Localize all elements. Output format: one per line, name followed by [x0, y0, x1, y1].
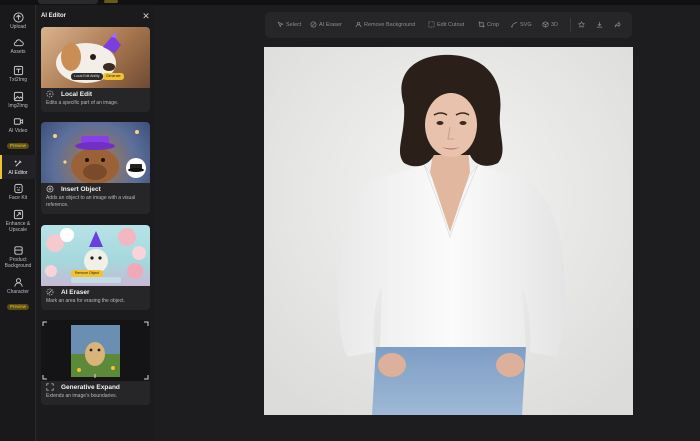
product-icon: [13, 246, 23, 255]
share-button[interactable]: [614, 19, 623, 31]
download-button[interactable]: [596, 19, 605, 31]
rail-item-txt2img[interactable]: Txt2Img: [0, 65, 36, 83]
tool-label: Select: [286, 22, 302, 28]
rail-item-label: Enhance & Upscale: [5, 221, 31, 233]
remove-object-chip: Remove Object: [71, 270, 104, 277]
rail-item-face-kit[interactable]: Face Kit: [0, 183, 36, 201]
tool-remove-background[interactable]: Remove Background: [355, 19, 415, 31]
expand-icon: [46, 383, 54, 391]
tool-label: Remove Background: [364, 22, 416, 28]
local-edit-icon: [46, 90, 54, 98]
rail-item-label: Upload: [10, 24, 26, 30]
generate-chip: Generate: [103, 73, 124, 80]
rail-item-ai-editor[interactable]: AI Editor: [0, 155, 36, 179]
rail-item-label: Face Kit: [8, 195, 28, 201]
tool-svg[interactable]: SVG: [511, 19, 532, 31]
capybara-hat-illustration: [53, 130, 146, 183]
close-icon[interactable]: ✕: [141, 11, 151, 21]
cloud-icon: [13, 39, 24, 47]
generative-expand-thumbnail: [41, 320, 150, 381]
favorite-button[interactable]: [578, 19, 587, 31]
card-description: Adds an object to an image with a visual…: [46, 195, 136, 208]
card-generative-expand[interactable]: Generative Expand Extends an image's bou…: [41, 320, 150, 405]
cutout-icon: [428, 21, 435, 28]
rail-item-label: Assets: [10, 49, 26, 55]
card-title: AI Eraser: [61, 289, 90, 296]
3d-icon: [542, 21, 549, 28]
rail-item-enhance-upscale[interactable]: Enhance & Upscale: [0, 209, 36, 233]
card-title: Insert Object: [61, 186, 101, 193]
svg-icon: [511, 22, 518, 28]
character-icon: [13, 278, 23, 287]
tool-label: Edit Cutout: [437, 22, 465, 28]
rail-item-assets[interactable]: Assets: [0, 37, 36, 55]
ai-eraser-thumbnail: Remove Object: [41, 225, 150, 286]
card-description: Edits a specific part of an image.: [46, 100, 119, 106]
portrait-photo: [264, 47, 633, 415]
rail-item-label: AI Editor: [8, 170, 28, 176]
sparkle-edit-icon: [13, 160, 22, 167]
preview-badge: Preview: [6, 304, 29, 310]
preview-badge: Preview: [6, 143, 29, 149]
tool-3d[interactable]: 3D: [542, 19, 558, 31]
upscale-icon: [13, 209, 23, 220]
eraser-icon: [310, 21, 317, 28]
rail-item-label: Character: [7, 289, 29, 295]
card-insert-object[interactable]: Insert Object Adds an object to an image…: [41, 122, 150, 214]
crop-icon: [478, 21, 485, 28]
star-icon: [578, 21, 585, 28]
card-description: Extends an image's boundaries.: [46, 393, 117, 399]
canvas-image[interactable]: [264, 47, 633, 415]
remove-bg-icon: [355, 22, 362, 28]
top-accent-pill: [104, 0, 118, 3]
eraser-icon: [46, 288, 54, 296]
card-local-edit[interactable]: Local Edit Ability Generate Local Edit E…: [41, 27, 150, 112]
rail-item-label: Txt2Img: [8, 77, 28, 83]
rail-item-ai-video[interactable]: AI Video Preview: [0, 116, 36, 152]
canvas-toolbar: Select AI Eraser Remove Background Edit …: [265, 12, 632, 38]
card-description: Mark an area for erasing the object.: [46, 298, 125, 304]
left-rail: Upload Assets Txt2Img Img2Img AI Video P…: [0, 5, 36, 441]
insert-object-icon: [46, 185, 54, 193]
tool-select[interactable]: Select: [277, 19, 301, 31]
text-image-icon: [13, 65, 23, 76]
insert-object-thumbnail: [41, 122, 150, 183]
rail-item-product-background[interactable]: Product Background: [0, 245, 36, 269]
rail-item-label: Product Background: [4, 257, 32, 269]
top-tab[interactable]: [38, 0, 98, 4]
toolbar-divider: [570, 18, 571, 32]
ai-editor-panel: AI Editor ✕ Local Edit Ability Generate …: [37, 5, 154, 441]
share-icon: [614, 21, 621, 28]
video-icon: [13, 118, 23, 125]
rail-item-label: AI Video: [8, 128, 28, 134]
download-icon: [596, 21, 603, 28]
card-ai-eraser[interactable]: Remove Object AI Eraser Mark an area for…: [41, 225, 150, 310]
expand-frame-illustration: [42, 321, 149, 380]
rail-item-img2img[interactable]: Img2Img: [0, 91, 36, 109]
tool-label: AI Eraser: [319, 22, 342, 28]
rail-item-upload[interactable]: Upload: [0, 12, 36, 30]
local-edit-thumbnail: Local Edit Ability Generate: [41, 27, 150, 88]
tool-ai-eraser[interactable]: AI Eraser: [310, 19, 342, 31]
card-title: Generative Expand: [61, 384, 120, 391]
rail-item-label: Img2Img: [8, 103, 28, 109]
face-icon: [13, 183, 23, 194]
tool-edit-cutout[interactable]: Edit Cutout: [428, 19, 464, 31]
tool-crop[interactable]: Crop: [478, 19, 499, 31]
tool-label: Crop: [487, 22, 499, 28]
select-icon: [277, 21, 284, 28]
rail-item-character[interactable]: Character Preview: [0, 277, 36, 313]
tool-label: SVG: [520, 22, 532, 28]
panel-title: AI Editor: [41, 13, 66, 19]
local-edit-chip: Local Edit Ability: [71, 73, 103, 80]
image-icon: [13, 91, 23, 102]
tool-label: 3D: [551, 22, 559, 28]
card-title: Local Edit: [61, 91, 93, 98]
upload-icon: [12, 12, 24, 23]
